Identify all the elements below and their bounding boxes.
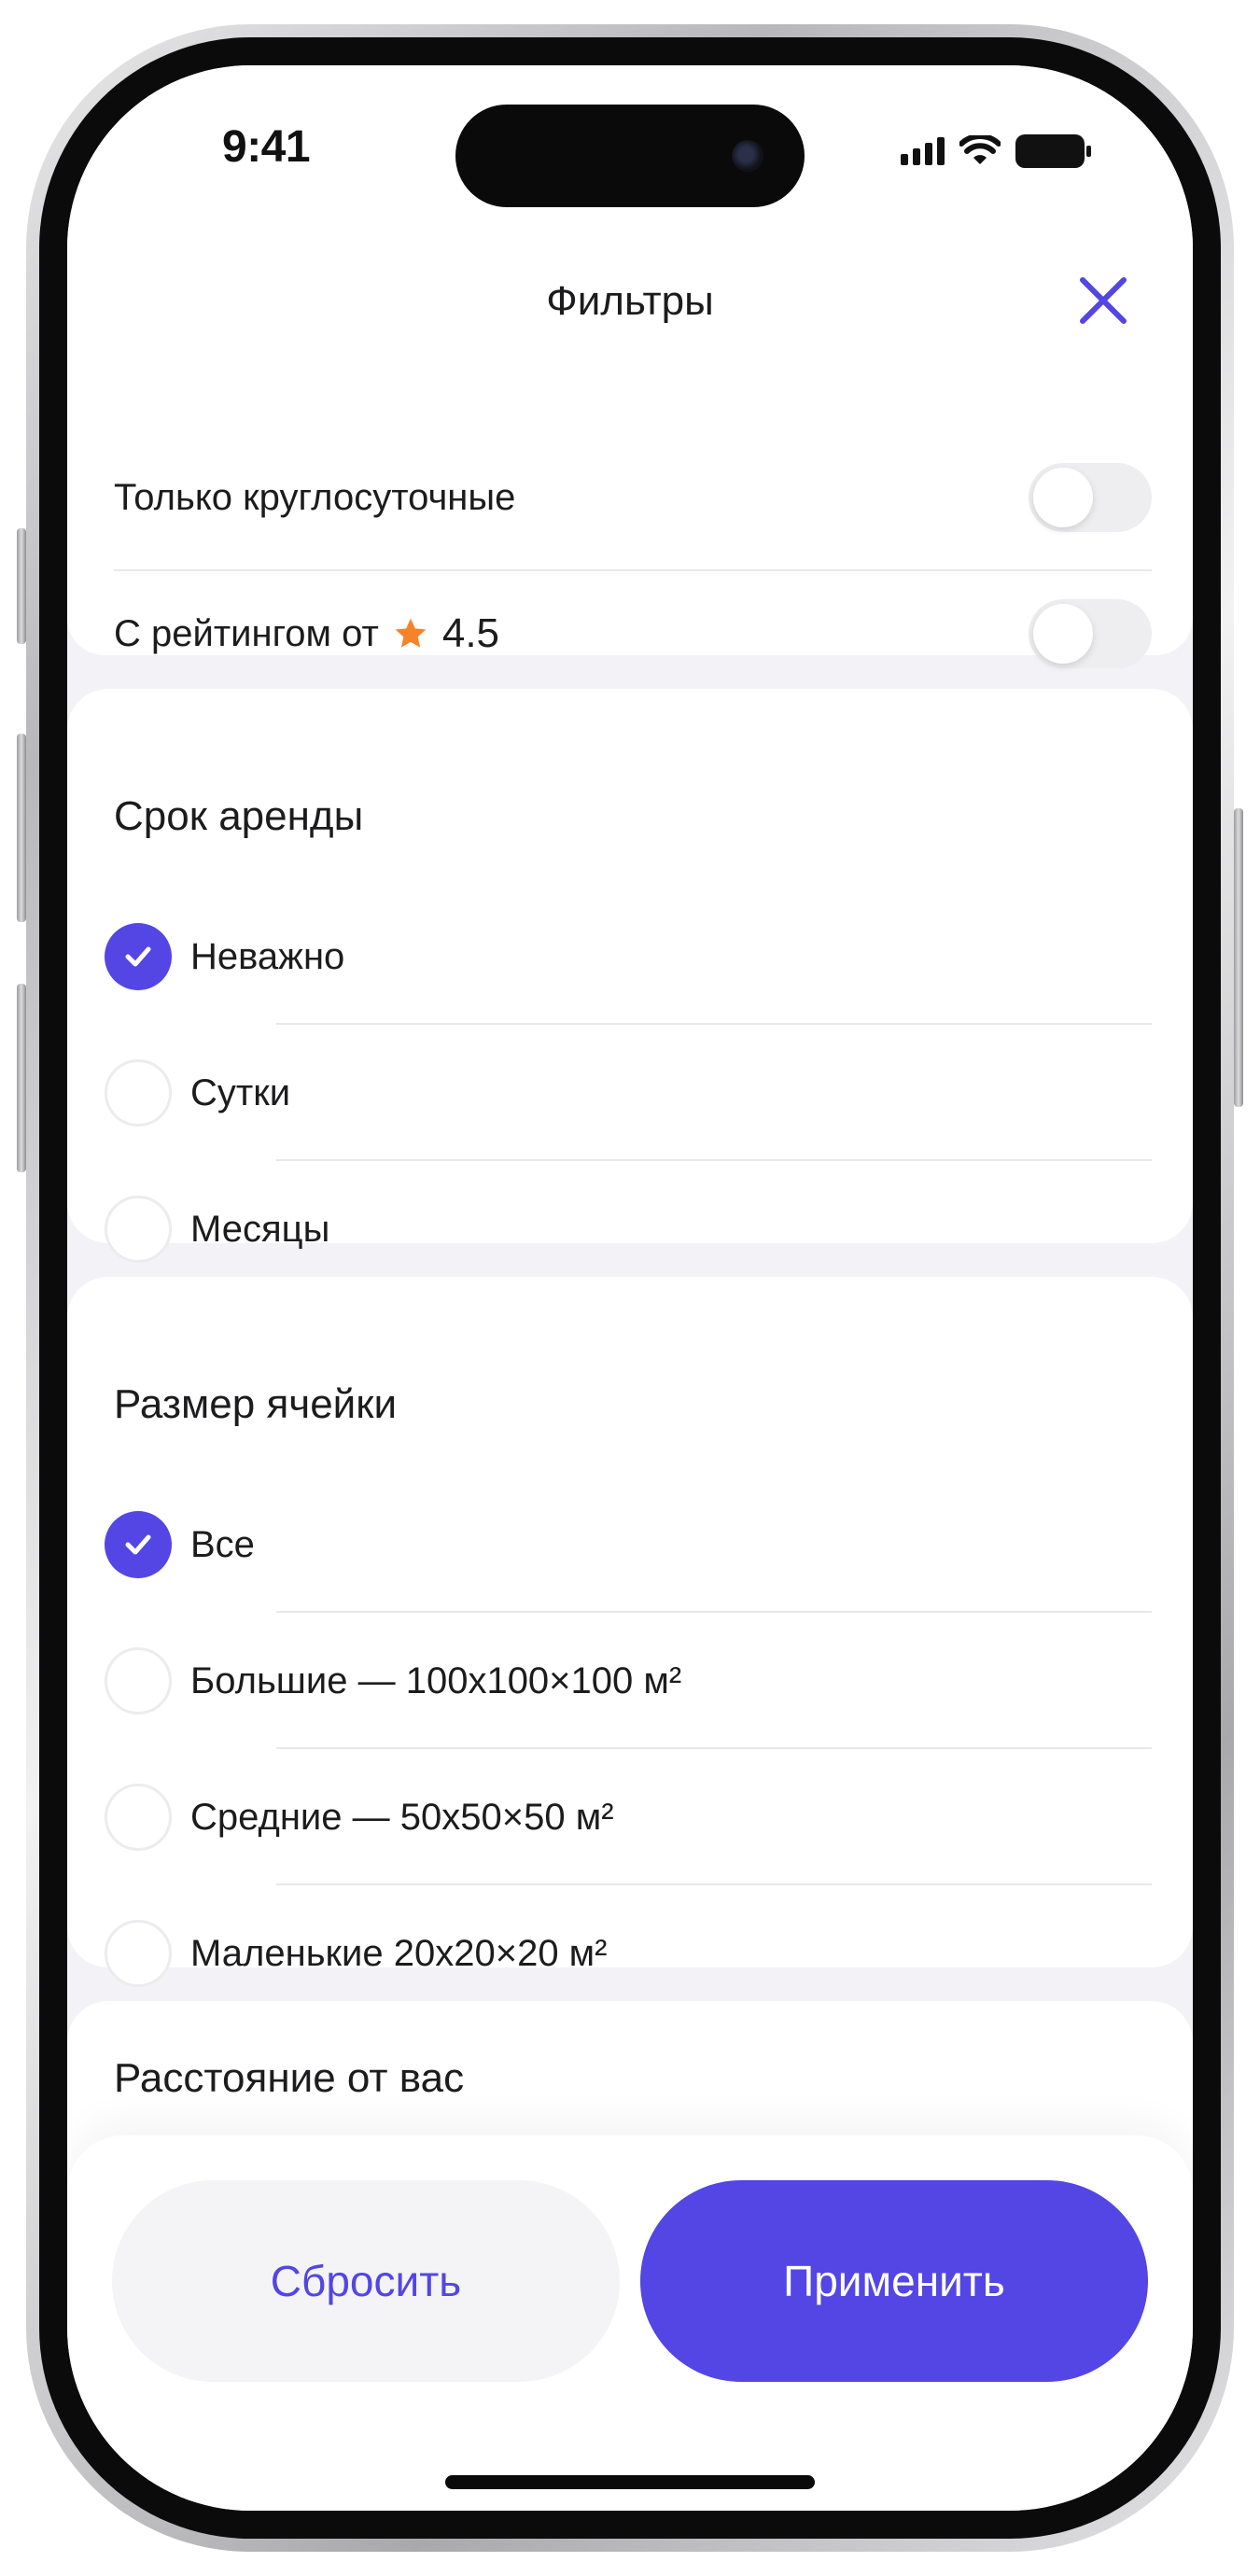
radio-unchecked-icon[interactable] bbox=[105, 1196, 172, 1263]
toggle-label-rating: С рейтингом от 4.5 bbox=[114, 610, 499, 657]
size-option-label: Средние — 50х50×50 м² bbox=[190, 1796, 614, 1838]
radio-unchecked-icon[interactable] bbox=[105, 1059, 172, 1127]
rental-term-card: Срок аренды Неважно Сутки Месяцы bbox=[67, 689, 1193, 1263]
phone-screen: 9:41 Фильтры Только круглосуточные С рей… bbox=[67, 65, 1193, 2511]
volume-up-button bbox=[17, 734, 26, 922]
bottom-action-bar: Сбросить Применить bbox=[67, 2135, 1193, 2511]
wifi-icon bbox=[959, 135, 1001, 164]
device-stage: 9:41 Фильтры Только круглосуточные С рей… bbox=[0, 0, 1260, 2576]
front-camera-icon bbox=[732, 140, 763, 172]
size-option-all[interactable]: Все bbox=[105, 1477, 1152, 1613]
radio-unchecked-icon[interactable] bbox=[105, 1647, 172, 1715]
cell-size-card: Размер ячейки Все Большие — 100х100×100 … bbox=[67, 1277, 1193, 1987]
filters-header-card: 9:41 Фильтры Только круглосуточные С рей… bbox=[67, 65, 1193, 668]
size-option-large[interactable]: Большие — 100х100×100 м² bbox=[105, 1613, 1152, 1749]
apply-button[interactable]: Применить bbox=[640, 2180, 1148, 2382]
size-option-medium[interactable]: Средние — 50х50×50 м² bbox=[105, 1749, 1152, 1885]
status-time: 9:41 bbox=[222, 122, 311, 172]
toggle-row-rating: С рейтингом от 4.5 bbox=[114, 566, 1152, 702]
rating-value: 4.5 bbox=[441, 610, 500, 656]
toggle-label-24h: Только круглосуточные bbox=[114, 476, 516, 518]
size-option-label: Маленькие 20х20×20 м² bbox=[190, 1932, 608, 1974]
battery-icon bbox=[1015, 134, 1091, 168]
star-icon bbox=[395, 618, 427, 648]
rental-term-title: Срок аренды bbox=[114, 793, 364, 839]
toggle-24h[interactable] bbox=[1029, 463, 1152, 532]
rental-option-label: Сутки bbox=[190, 1071, 291, 1113]
rating-label: С рейтингом от bbox=[114, 612, 379, 654]
toggle-rating[interactable] bbox=[1029, 599, 1152, 668]
toggle-knob bbox=[1033, 468, 1093, 527]
rental-option-label: Месяцы bbox=[190, 1208, 330, 1250]
radio-unchecked-icon[interactable] bbox=[105, 1784, 172, 1851]
close-icon[interactable] bbox=[1075, 273, 1131, 329]
rental-option-label: Неважно bbox=[190, 935, 345, 977]
toggle-row-24h: Только круглосуточные bbox=[114, 429, 1152, 566]
size-option-label: Большие — 100х100×100 м² bbox=[190, 1659, 682, 1701]
power-button bbox=[1234, 808, 1243, 1107]
size-option-label: Все bbox=[190, 1523, 255, 1565]
home-indicator bbox=[445, 2475, 815, 2489]
reset-button[interactable]: Сбросить bbox=[112, 2180, 620, 2382]
action-button bbox=[17, 528, 26, 644]
status-bar: 9:41 bbox=[67, 65, 1193, 224]
rental-option-any[interactable]: Неважно bbox=[105, 889, 1152, 1025]
cellular-signal-icon bbox=[901, 137, 945, 165]
radio-checked-icon[interactable] bbox=[105, 923, 172, 990]
radio-checked-icon[interactable] bbox=[105, 1511, 172, 1578]
rental-option-day[interactable]: Сутки bbox=[105, 1025, 1152, 1161]
distance-title: Расстояние от вас bbox=[114, 2055, 465, 2101]
cell-size-title: Размер ячейки bbox=[114, 1381, 398, 1427]
page-title: Фильтры bbox=[546, 278, 714, 324]
volume-down-button bbox=[17, 984, 26, 1172]
radio-unchecked-icon[interactable] bbox=[105, 1920, 172, 1987]
dynamic-island bbox=[455, 105, 805, 207]
toggle-knob bbox=[1033, 604, 1093, 664]
status-icons bbox=[901, 134, 1092, 168]
